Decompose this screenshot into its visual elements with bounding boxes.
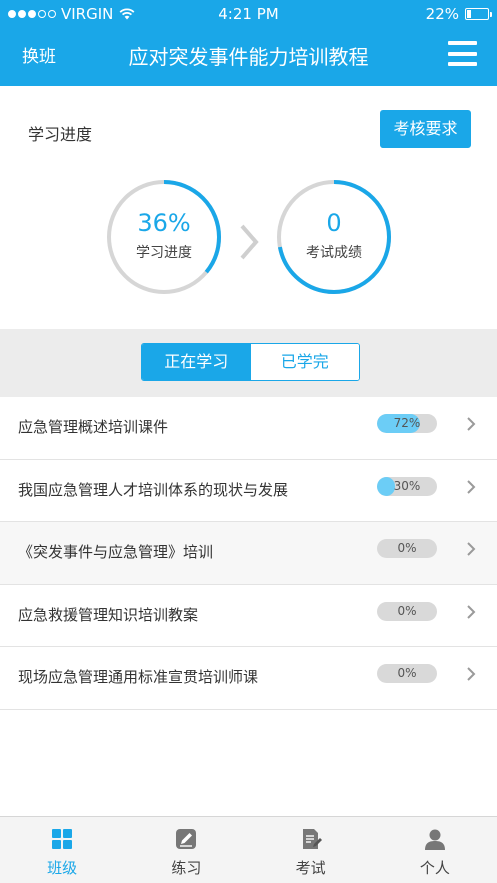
course-progress-text: 0% [397,666,417,680]
course-progress-text: 0% [397,603,417,618]
course-title: 应急管理概述培训课件 [18,418,169,436]
course-progress-bar: 72% [377,414,437,433]
battery-status: 22% [425,5,492,23]
bottom-tab-bar: 班级 练习 考试 个人 [0,816,497,883]
course-title: 现场应急管理通用标准宣贯培训师课 [18,668,259,686]
grid-icon [52,829,73,849]
nav-bar: 换班 应对突发事件能力培训教程 [0,28,497,86]
hamburger-menu-icon[interactable] [448,41,477,66]
list-item[interactable]: 应急救援管理知识培训教案 0% [0,584,497,647]
course-progress-bar: 30% [377,476,437,496]
list-item[interactable]: 我国应急管理人才培训体系的现状与发展 30% [0,459,497,522]
page-title: 应对突发事件能力培训教程 [128,45,369,69]
chevron-right-icon [467,667,476,681]
study-progress-label: 学习进度 [136,245,192,261]
list-item[interactable]: 应急管理概述培训课件 72% [0,397,497,460]
chevron-right-icon [467,604,476,619]
course-progress-bar: 0% [377,601,437,621]
tab-completed[interactable]: 已学完 [250,344,359,380]
battery-icon [465,8,492,20]
app-header: VIRGIN 4:21 PM 22% 换班 应对突发事件能力培训教程 [0,0,497,86]
tab-exam-label: 考试 [295,859,326,877]
course-progress-bar: 0% [377,664,437,683]
status-time: 4:21 PM [218,5,279,23]
chevron-right-icon [467,542,476,556]
course-title: 应急救援管理知识培训教案 [18,605,199,624]
course-title: 我国应急管理人才培训体系的现状与发展 [18,480,289,499]
course-title: 《突发事件与应急管理》培训 [18,543,214,561]
course-progress-text: 30% [393,478,421,493]
course-progress-text: 0% [397,541,417,555]
tab-class-label: 班级 [47,859,78,877]
tab-in-progress[interactable]: 正在学习 [142,344,251,380]
edit-note-icon [176,829,197,849]
list-item[interactable]: 《突发事件与应急管理》培训 0% [0,522,497,585]
battery-percent: 22% [425,5,459,23]
tab-profile-label: 个人 [419,859,450,877]
study-progress-ring[interactable]: 36% 学习进度 [106,179,222,295]
course-progress-text: 72% [393,416,421,430]
exam-score-value: 0 [326,209,342,237]
course-tabs-band: 正在学习 已学完 [0,329,497,397]
tab-profile[interactable]: 个人 [373,817,497,883]
status-bar: VIRGIN 4:21 PM 22% [0,0,497,28]
course-list: 应急管理概述培训课件 72% 我国应急管理人才培训体系的现状与发展 30% 《突… [0,397,497,710]
exam-score-label: 考试成绩 [306,245,362,261]
assessment-requirements-button[interactable]: 考核要求 [380,110,471,148]
tab-practice-label: 练习 [171,859,202,877]
progress-section-label: 学习进度 [28,125,93,144]
tab-practice[interactable]: 练习 [124,817,248,883]
person-icon [424,829,445,850]
chevron-right-icon [240,224,259,260]
chevron-right-icon [467,417,476,431]
course-status-tabs: 正在学习 已学完 [141,343,360,381]
study-progress-value: 36% [137,209,191,237]
tab-exam[interactable]: 考试 [249,817,373,883]
exam-score-ring[interactable]: 0 考试成绩 [276,179,392,295]
chevron-right-icon [467,479,476,494]
exam-paper-icon [302,829,322,849]
tab-class[interactable]: 班级 [0,817,124,883]
list-item[interactable]: 现场应急管理通用标准宣贯培训师课 0% [0,647,497,710]
course-progress-bar: 0% [377,539,437,558]
